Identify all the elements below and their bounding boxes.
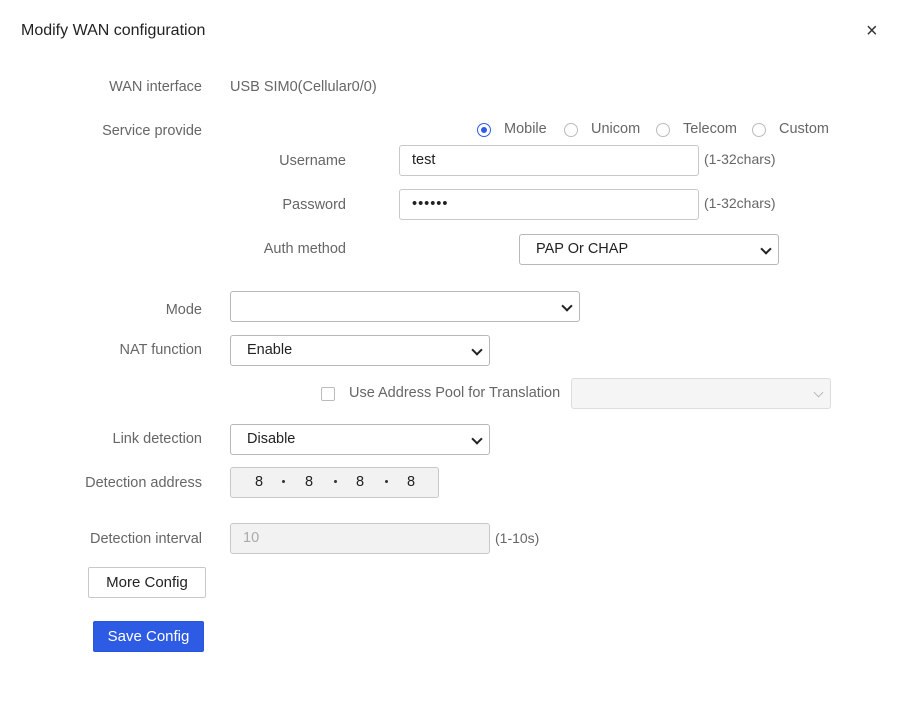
nat-function-label: NAT function bbox=[119, 342, 202, 358]
ip-dot bbox=[282, 480, 285, 483]
radio-mobile[interactable] bbox=[477, 123, 491, 137]
ip-octet-2: 8 bbox=[304, 474, 314, 490]
wan-interface-value: USB SIM0(Cellular0/0) bbox=[230, 79, 377, 95]
chevron-down-icon bbox=[561, 300, 573, 312]
password-input[interactable]: •••••• bbox=[399, 189, 699, 220]
link-detection-select[interactable]: Disable bbox=[230, 424, 490, 455]
radio-unicom[interactable] bbox=[564, 123, 578, 137]
link-detection-value: Disable bbox=[247, 431, 296, 447]
chevron-down-icon bbox=[813, 387, 824, 398]
username-input[interactable]: test bbox=[399, 145, 699, 176]
ip-octet-1: 8 bbox=[254, 474, 264, 490]
ip-dot bbox=[385, 480, 388, 483]
mode-select[interactable] bbox=[230, 291, 580, 322]
chevron-down-icon bbox=[760, 243, 772, 255]
link-detection-label: Link detection bbox=[112, 431, 202, 447]
save-config-button[interactable]: Save Config bbox=[93, 621, 204, 652]
close-icon[interactable]: × bbox=[866, 20, 878, 42]
radio-telecom[interactable] bbox=[656, 123, 670, 137]
address-pool-label: Use Address Pool for Translation bbox=[349, 385, 561, 401]
wan-interface-label: WAN interface bbox=[109, 79, 202, 95]
radio-mobile-label[interactable]: Mobile bbox=[504, 121, 547, 137]
detection-address-label: Detection address bbox=[85, 475, 202, 491]
nat-function-value: Enable bbox=[247, 342, 293, 358]
username-label: Username bbox=[279, 153, 346, 169]
more-config-button[interactable]: More Config bbox=[88, 567, 206, 598]
password-hint: (1-32chars) bbox=[704, 195, 776, 211]
auth-method-select[interactable]: PAP Or CHAP bbox=[519, 234, 779, 265]
username-hint: (1-32chars) bbox=[704, 151, 776, 167]
address-pool-checkbox[interactable] bbox=[321, 387, 335, 401]
mode-label: Mode bbox=[165, 302, 202, 318]
ip-dot bbox=[334, 480, 337, 483]
detection-interval-input[interactable]: 10 bbox=[230, 523, 490, 554]
password-label: Password bbox=[282, 197, 346, 213]
auth-method-label: Auth method bbox=[263, 241, 346, 257]
auth-method-value: PAP Or CHAP bbox=[536, 241, 629, 257]
ip-octet-4: 8 bbox=[406, 474, 416, 490]
dialog-title: Modify WAN configuration bbox=[21, 22, 206, 39]
ip-octet-3: 8 bbox=[355, 474, 365, 490]
service-provider-label: Service provide bbox=[102, 123, 202, 139]
detection-interval-label: Detection interval bbox=[89, 531, 202, 547]
chevron-down-icon bbox=[471, 344, 483, 356]
radio-custom-label[interactable]: Custom bbox=[779, 121, 829, 137]
address-pool-select[interactable] bbox=[571, 378, 831, 409]
detection-interval-hint: (1-10s) bbox=[495, 530, 540, 546]
detection-address-input[interactable]: 8 8 8 8 bbox=[230, 467, 439, 498]
radio-unicom-label[interactable]: Unicom bbox=[591, 121, 640, 137]
radio-custom[interactable] bbox=[752, 123, 766, 137]
nat-function-select[interactable]: Enable bbox=[230, 335, 490, 366]
chevron-down-icon bbox=[471, 433, 483, 445]
radio-telecom-label[interactable]: Telecom bbox=[683, 121, 737, 137]
